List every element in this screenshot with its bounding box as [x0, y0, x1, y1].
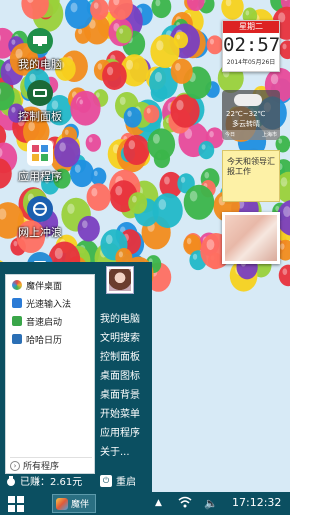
- menu-link-about[interactable]: 关于...: [100, 445, 130, 461]
- volume-icon[interactable]: 🔈: [204, 496, 218, 511]
- tray-overflow-button[interactable]: ▲: [155, 496, 162, 511]
- menu-item-label: 音速启动: [26, 317, 63, 328]
- taskbar: 魔伴 ▲ 🔈 17:12:32: [0, 492, 290, 515]
- desktop-icon-browser[interactable]: 网上冲浪: [12, 196, 68, 240]
- desktop-icon-label: 应用程序: [18, 170, 62, 183]
- weather-temperature: 22℃~32℃: [226, 110, 266, 118]
- taskbar-app-label: 魔伴: [71, 500, 90, 510]
- menu-item-label: 哈哈日历: [26, 335, 63, 346]
- desktop-icon-label: 控制面板: [18, 110, 62, 123]
- desktop-icon-control-panel[interactable]: 控制面板: [12, 80, 68, 124]
- menu-item-input-method[interactable]: 光速输入法: [12, 295, 71, 311]
- menu-item-launcher[interactable]: 音速启动: [12, 313, 62, 329]
- photo-image: [225, 215, 277, 261]
- clock-widget[interactable]: 星期二 02:57 2014年05月26日: [222, 20, 280, 72]
- menu-link-desktop-icons[interactable]: 桌面图标: [100, 369, 140, 385]
- weather-city: 上海市: [261, 132, 277, 138]
- all-programs-button[interactable]: › 所有程序: [10, 457, 92, 472]
- arrow-right-icon: ›: [10, 460, 20, 471]
- desktop-icon-label: 我的电脑: [18, 58, 62, 71]
- sticky-note-widget[interactable]: 今天和领导汇报工作: [222, 150, 280, 202]
- pinwheel-icon: [12, 280, 22, 290]
- windows-logo-icon: [8, 496, 15, 503]
- money-bag-icon: [7, 475, 15, 486]
- menu-link-start-menu[interactable]: 开始菜单: [100, 407, 140, 423]
- calendar-icon: [12, 334, 22, 344]
- clock-date: 2014年05月26日: [226, 59, 276, 66]
- weather-widget[interactable]: 22℃~32℃ 多云转晴 今日 上海市: [222, 90, 280, 140]
- menu-item-label: 魔伴桌面: [26, 281, 63, 292]
- sticky-note-text: 今天和领导汇报工作: [227, 157, 275, 176]
- power-icon: ⏻: [100, 474, 112, 487]
- desktop-icon-my-computer[interactable]: 我的电脑: [12, 28, 68, 72]
- wifi-icon[interactable]: [178, 496, 192, 511]
- menu-link-control-panel[interactable]: 控制面板: [100, 350, 140, 366]
- desktop-icon-label: 网上冲浪: [18, 226, 62, 239]
- start-menu: 魔伴桌面 光速输入法 音速启动 哈哈日历 › 所有程序 我的电脑 文明搜索 控制…: [0, 262, 152, 492]
- v-launcher-icon: [12, 316, 22, 326]
- earnings-display: 已赚：2.61元: [6, 473, 82, 488]
- restart-button[interactable]: ⏻ 重启: [100, 473, 136, 488]
- taskbar-app-moban[interactable]: 魔伴: [52, 494, 96, 513]
- menu-item-mobanzhuomian[interactable]: 魔伴桌面: [12, 277, 62, 293]
- clock-time: 02:57: [223, 34, 281, 56]
- keyboard-g-icon: [12, 298, 22, 308]
- photo-frame-widget[interactable]: [222, 212, 280, 264]
- start-button[interactable]: [8, 496, 24, 512]
- cloud-icon: [234, 94, 262, 106]
- weather-description: 多云转晴: [232, 120, 260, 128]
- apps-icon: [27, 140, 53, 166]
- menu-link-apps[interactable]: 应用程序: [100, 426, 140, 442]
- control-panel-icon: [27, 80, 53, 106]
- avatar-image: [109, 269, 131, 291]
- clock-weekday: 星期二: [223, 21, 279, 33]
- user-avatar[interactable]: [106, 266, 134, 294]
- start-menu-app-list: 魔伴桌面 光速输入法 音速启动 哈哈日历 › 所有程序: [5, 274, 95, 474]
- start-menu-footer: 已赚：2.61元 ⏻ 重启: [0, 470, 152, 492]
- moban-app-icon: [56, 497, 68, 510]
- menu-link-search[interactable]: 文明搜索: [100, 331, 140, 347]
- weather-day: 今日: [225, 132, 236, 138]
- desktop-icon-apps[interactable]: 应用程序: [12, 140, 68, 184]
- menu-item-label: 光速输入法: [26, 299, 72, 310]
- menu-link-my-computer[interactable]: 我的电脑: [100, 312, 140, 328]
- computer-icon: [27, 28, 53, 54]
- earnings-text: 已赚：2.61元: [20, 477, 83, 488]
- browser-icon: [27, 196, 53, 222]
- menu-item-calendar[interactable]: 哈哈日历: [12, 331, 62, 347]
- restart-label: 重启: [116, 477, 136, 488]
- menu-link-desktop-background[interactable]: 桌面背景: [100, 388, 140, 404]
- taskbar-clock[interactable]: 17:12:32: [232, 495, 281, 511]
